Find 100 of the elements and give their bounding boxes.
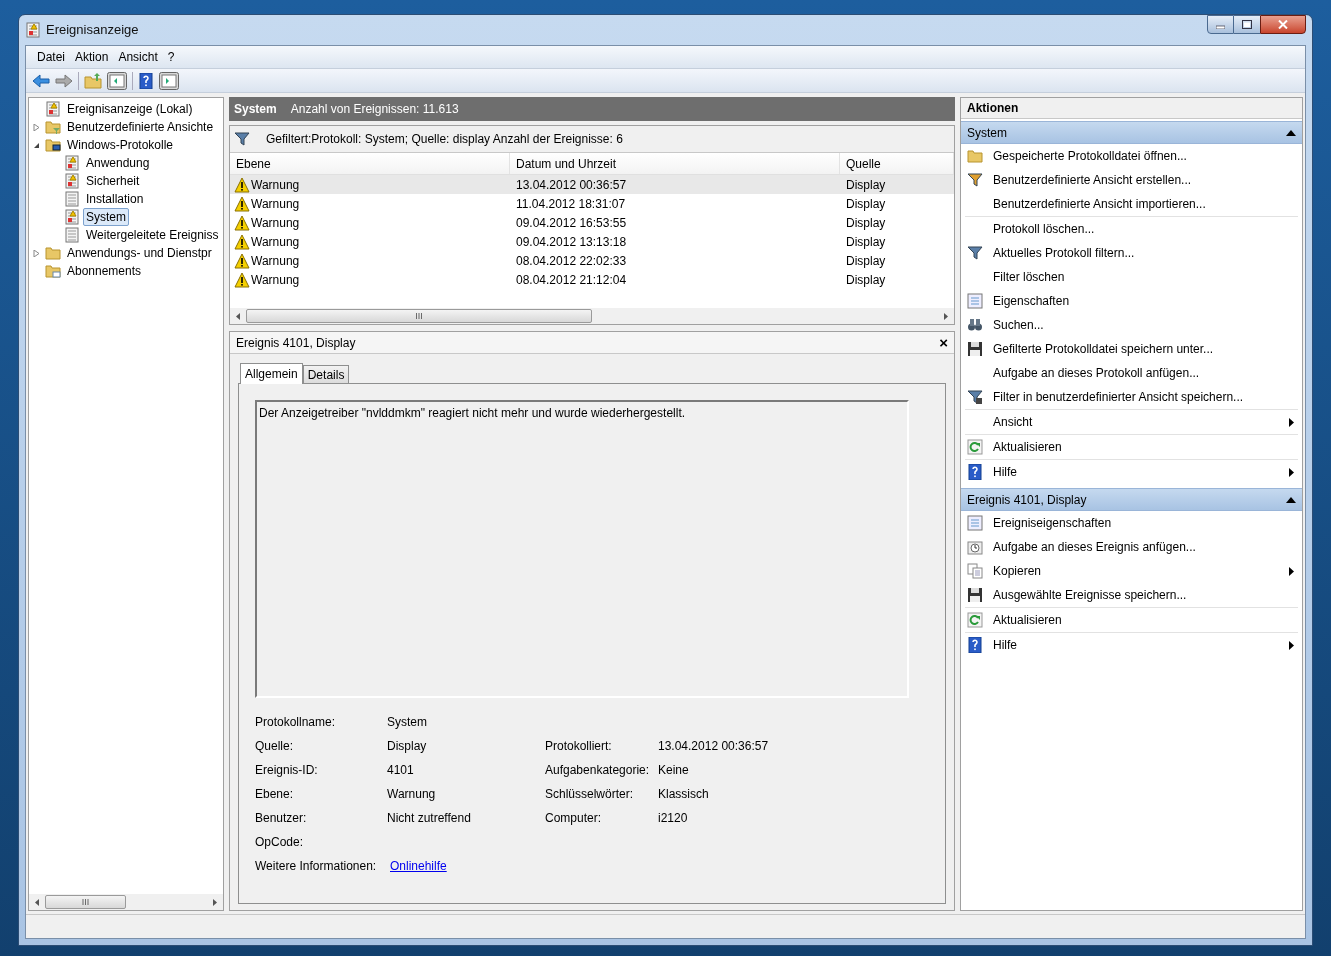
menu-item[interactable]: Aktion xyxy=(70,48,114,66)
tree-item[interactable]: Anwendung xyxy=(83,154,153,172)
floppy-icon xyxy=(967,587,983,603)
back-icon[interactable] xyxy=(32,72,50,89)
action-item[interactable]: Ausgewählte Ereignisse speichern... xyxy=(993,586,1187,604)
floppy-icon xyxy=(967,341,983,357)
action-item[interactable]: Protokoll löschen... xyxy=(993,220,1095,238)
field-label: Protokollname: xyxy=(255,713,337,731)
forward-icon[interactable] xyxy=(55,72,73,89)
section-title: Ereignis 4101, Display xyxy=(967,491,1087,509)
scroll-thumb[interactable]: III xyxy=(45,895,126,909)
menu-item[interactable]: Datei xyxy=(32,48,70,66)
warning-icon xyxy=(234,271,250,288)
source-cell-text: Display xyxy=(845,214,887,232)
action-item[interactable]: Aufgabe an dieses Protokoll anfügen... xyxy=(993,364,1200,382)
field-value: 13.04.2012 00:36:57 xyxy=(658,737,769,755)
event-row[interactable]: Warnung 13.04.2012 00:36:57 Display xyxy=(230,175,954,194)
action-item[interactable]: Aktualisieren xyxy=(993,611,1062,629)
horizontal-scrollbar[interactable]: III xyxy=(230,308,954,324)
action-item[interactable]: Ereigniseigenschaften xyxy=(993,514,1112,532)
action-item[interactable]: Gefilterte Protokolldatei speichern unter... xyxy=(993,340,1214,358)
action-item[interactable]: Benutzerdefinierte Ansicht importieren... xyxy=(993,195,1206,213)
log-title: System xyxy=(234,101,277,118)
collapse-icon[interactable] xyxy=(1286,496,1296,503)
field-label: Weitere Informationen: xyxy=(255,857,378,875)
warning-icon xyxy=(234,252,250,269)
tree-item[interactable]: Weitergeleitete Ereigniss xyxy=(83,226,222,244)
properties-icon xyxy=(967,515,983,531)
maximize-icon xyxy=(1242,20,1252,29)
level-cell-text: Warnung xyxy=(251,176,300,194)
tree-item[interactable]: Anwendungs- und Dienstpr xyxy=(64,244,215,262)
tree-item[interactable]: Installation xyxy=(83,190,147,208)
actions-title: Aktionen xyxy=(961,98,1302,119)
action-item[interactable]: Aufgabe an dieses Ereignis anfügen... xyxy=(993,538,1196,556)
date-cell-text: 08.04.2012 22:02:33 xyxy=(515,252,628,270)
filter-color-icon xyxy=(967,172,983,188)
field-label: Computer: xyxy=(545,809,603,827)
copy-icon xyxy=(967,563,983,579)
action-item[interactable]: Hilfe xyxy=(993,463,1017,481)
task-icon xyxy=(967,539,983,555)
level-cell-text: Warnung xyxy=(251,233,300,251)
field-label: Ereignis-ID: xyxy=(255,761,319,779)
submenu-arrow-icon xyxy=(1289,467,1294,477)
action-item[interactable]: Aktualisieren xyxy=(993,438,1062,456)
column-header[interactable]: Ebene xyxy=(230,153,510,174)
action-item[interactable]: Filter in benutzerdefinierter Ansicht speichern... xyxy=(993,388,1244,406)
collapse-icon[interactable] xyxy=(32,141,40,149)
close-button[interactable] xyxy=(1260,15,1306,34)
collapse-icon[interactable] xyxy=(1286,129,1296,136)
warning-icon xyxy=(234,176,250,193)
pane-toggle-icon[interactable] xyxy=(107,71,127,90)
warning-icon xyxy=(234,195,250,212)
section-header[interactable]: Ereignis 4101, Display xyxy=(961,488,1302,511)
properties-icon xyxy=(967,293,983,309)
expand-icon[interactable] xyxy=(32,249,40,257)
submenu-arrow-icon xyxy=(1289,566,1294,576)
action-item[interactable]: Gespeicherte Protokolldatei öffnen... xyxy=(993,147,1187,165)
horizontal-scrollbar[interactable]: III xyxy=(29,894,223,910)
folder-icon xyxy=(45,263,61,279)
field-value: Warnung xyxy=(387,785,436,803)
pane-toggle-icon[interactable] xyxy=(159,71,179,90)
tree-item[interactable]: Abonnements xyxy=(64,262,145,280)
warning-icon xyxy=(234,214,250,231)
field-value: Display xyxy=(387,737,427,755)
tree-item[interactable]: Ereignisanzeige (Lokal) xyxy=(64,100,196,118)
field-value: Keine xyxy=(658,761,689,779)
action-item[interactable]: Filter löschen xyxy=(993,268,1065,286)
column-header[interactable]: Datum und Uhrzeit xyxy=(510,153,840,174)
action-item[interactable]: Aktuelles Protokoll filtern... xyxy=(993,244,1135,262)
section-header[interactable]: System xyxy=(961,121,1302,144)
action-item[interactable]: Hilfe xyxy=(993,636,1017,654)
submenu-arrow-icon xyxy=(1289,640,1294,650)
action-item[interactable]: Benutzerdefinierte Ansicht erstellen... xyxy=(993,171,1192,189)
level-cell-text: Warnung xyxy=(251,252,300,270)
action-item[interactable]: Ansicht xyxy=(993,413,1033,431)
tree-item[interactable]: System xyxy=(83,208,129,226)
folder-up-icon[interactable] xyxy=(84,72,102,89)
log-icon xyxy=(64,209,80,225)
folder-icon xyxy=(45,119,61,135)
scroll-thumb[interactable]: III xyxy=(246,309,592,323)
close-detail-button[interactable]: × xyxy=(939,335,948,350)
field-label: Schlüsselwörter: xyxy=(545,785,635,803)
log-icon xyxy=(64,173,80,189)
tab[interactable]: Allgemein xyxy=(240,363,303,384)
tab[interactable]: Details xyxy=(302,365,350,383)
online-help-link[interactable]: Onlinehilfe xyxy=(390,856,447,875)
submenu-arrow-icon xyxy=(1289,417,1294,427)
maximize-button[interactable] xyxy=(1234,15,1260,34)
expand-icon[interactable] xyxy=(32,123,40,131)
menu-item[interactable]: ? xyxy=(162,48,180,66)
column-header[interactable]: Quelle xyxy=(840,153,954,174)
field-label: Aufgabenkategorie: xyxy=(545,761,651,779)
action-item[interactable]: Suchen... xyxy=(993,316,1044,334)
tree-item[interactable]: Benutzerdefinierte Ansichte xyxy=(64,118,217,136)
action-item[interactable]: Eigenschaften xyxy=(993,292,1070,310)
menu-item[interactable]: Ansicht xyxy=(113,48,163,66)
action-item[interactable]: Kopieren xyxy=(993,562,1042,580)
tree-item[interactable]: Windows-Protokolle xyxy=(64,136,177,154)
tree-item[interactable]: Sicherheit xyxy=(83,172,143,190)
minimize-button[interactable] xyxy=(1207,15,1234,34)
